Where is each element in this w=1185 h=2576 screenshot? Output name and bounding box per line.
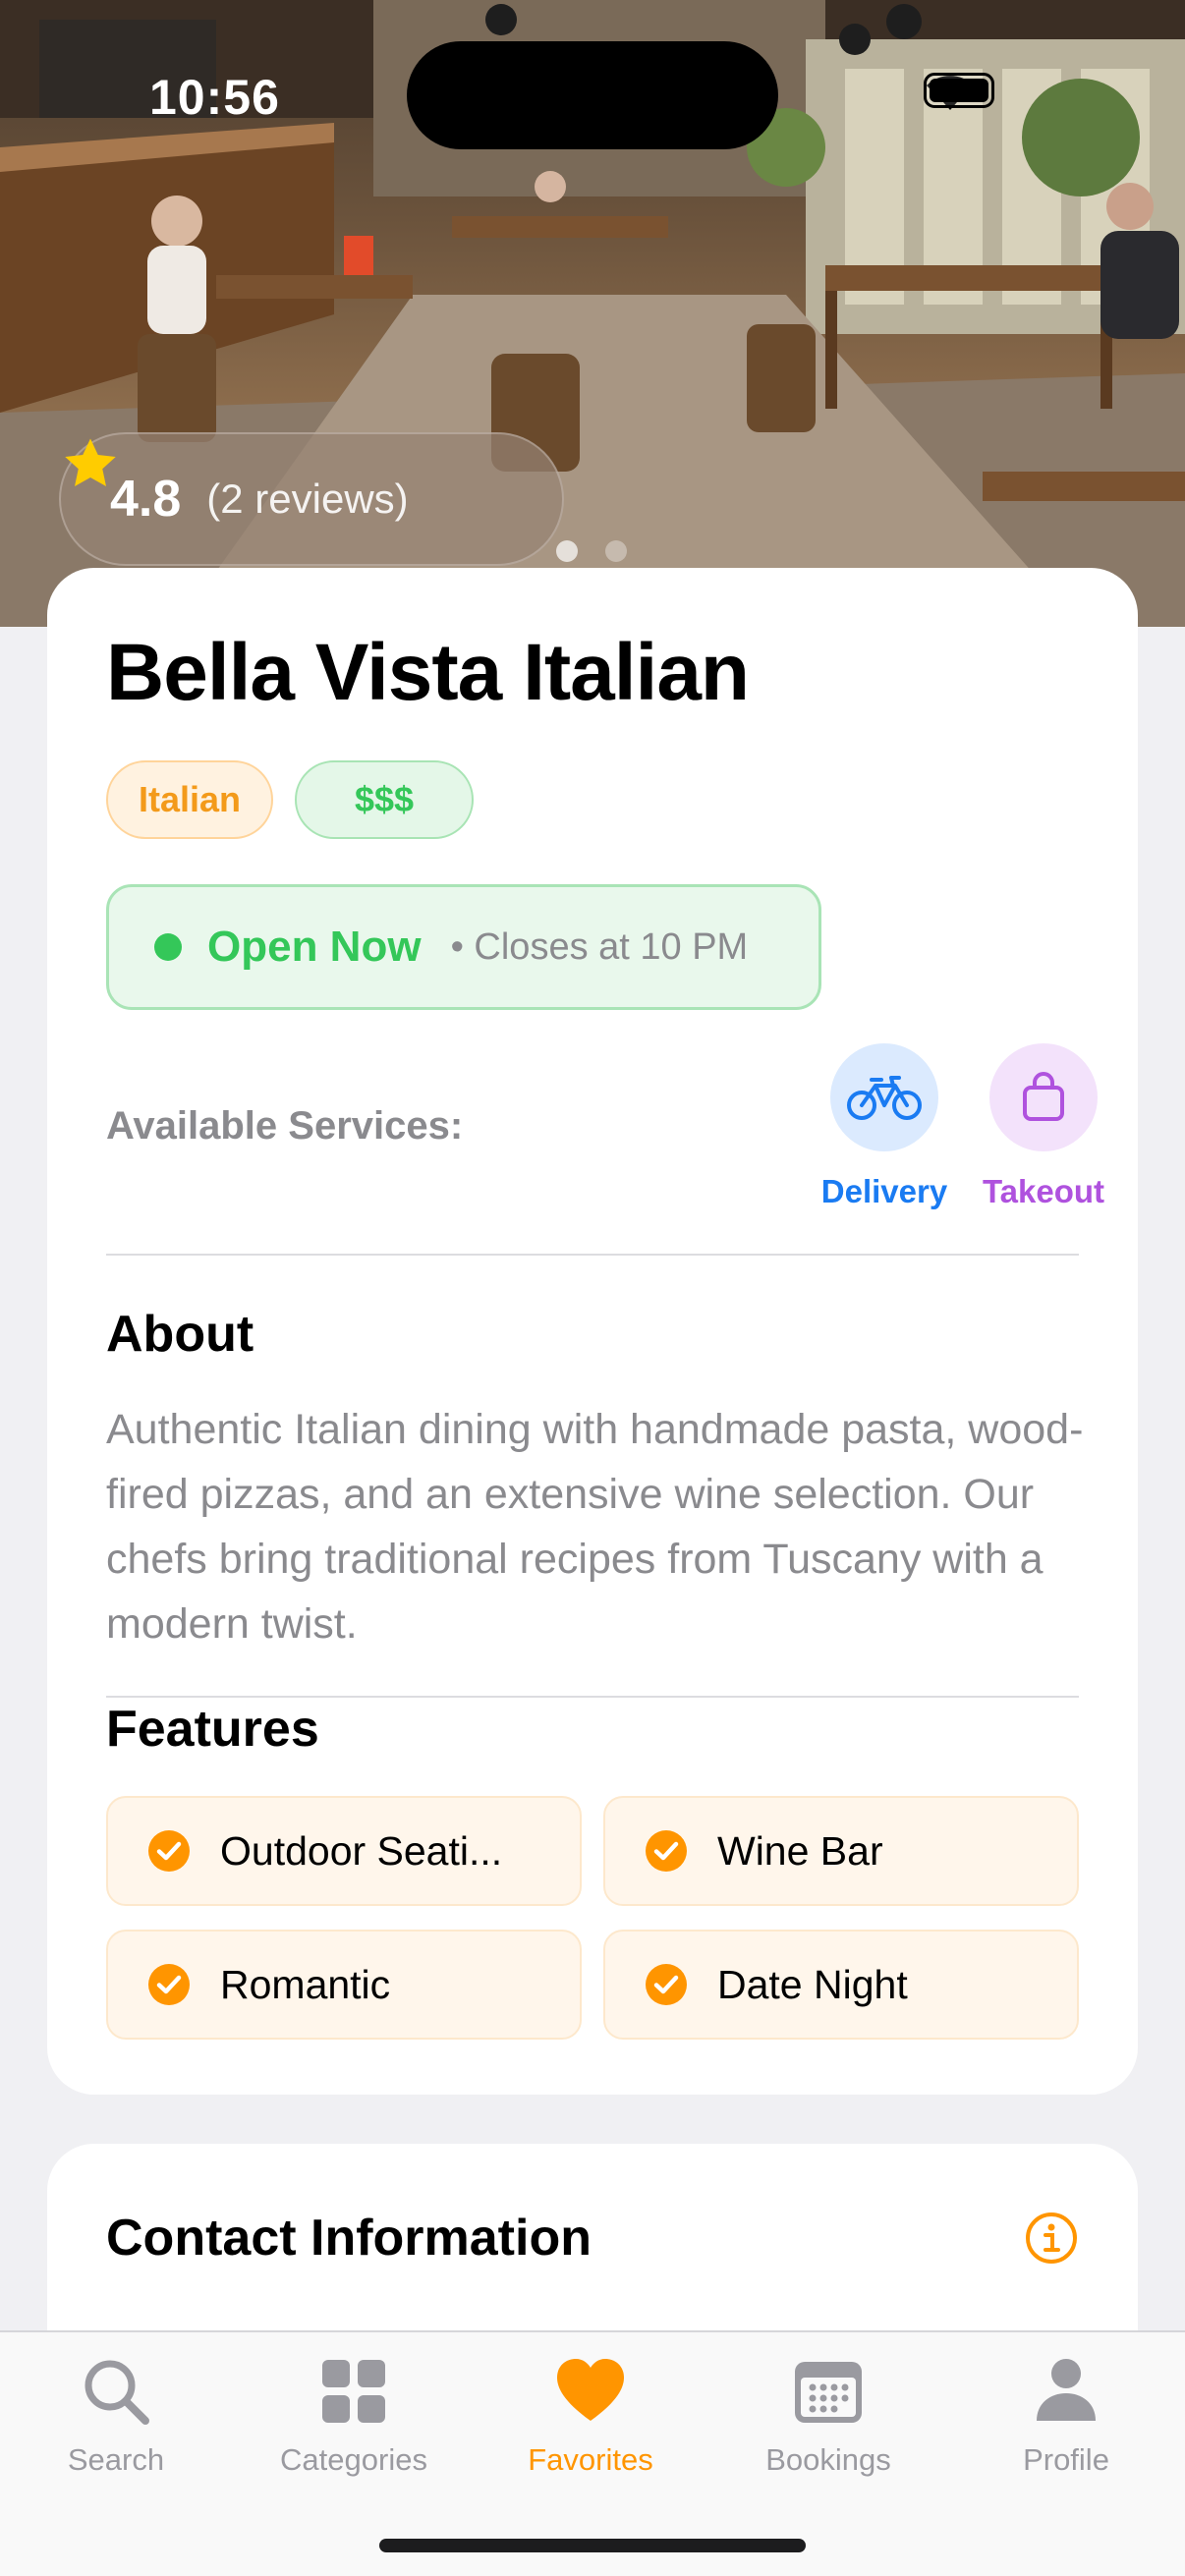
- tab-bookings[interactable]: Bookings: [710, 2354, 946, 2478]
- divider: [106, 1696, 1079, 1698]
- about-description: Authentic Italian dining with handmade p…: [106, 1406, 1084, 1648]
- open-status: Open Now: [207, 923, 422, 971]
- grid-icon: [322, 2360, 385, 2423]
- feature-chip: Wine Bar: [603, 1796, 1079, 1906]
- person-icon: [1037, 2359, 1096, 2421]
- page-dot-1[interactable]: [556, 540, 578, 562]
- rating-badge[interactable]: 4.8 (2 reviews): [59, 432, 564, 566]
- battery-icon: [924, 73, 994, 108]
- price-tag: $$$: [295, 760, 474, 839]
- about-heading: About: [106, 1306, 254, 1363]
- star-icon: [65, 438, 116, 486]
- bicycle-icon: [847, 1076, 922, 1120]
- status-icons: [924, 73, 994, 110]
- checkmark-circle-icon: [646, 1964, 687, 2005]
- services-label: Available Services:: [106, 1104, 464, 1148]
- tab-profile[interactable]: Profile: [948, 2354, 1184, 2478]
- checkmark-circle-icon: [148, 1830, 190, 1872]
- tab-label: Favorites: [528, 2442, 653, 2477]
- restaurant-details-card: Bella Vista Italian Italian $$$ Open Now…: [47, 568, 1138, 2095]
- page-indicator[interactable]: [556, 540, 627, 562]
- feature-label: Date Night: [717, 1961, 908, 2007]
- feature-label: Romantic: [220, 1961, 391, 2007]
- features-heading: Features: [106, 1701, 319, 1758]
- closing-time: • Closes at 10 PM: [450, 925, 749, 968]
- shopping-bag-icon: [1023, 1072, 1064, 1121]
- divider: [106, 1254, 1079, 1256]
- status-time: 10:56: [149, 70, 280, 125]
- calendar-icon: [795, 2362, 862, 2423]
- search-icon: [85, 2360, 149, 2425]
- delivery-label: Delivery: [820, 1173, 948, 1209]
- status-dot-icon: [154, 933, 182, 961]
- feature-label: Outdoor Seati...: [220, 1827, 503, 1874]
- review-count: (2 reviews): [206, 476, 409, 522]
- feature-chip: Romantic: [106, 1930, 582, 2040]
- open-status-banner: Open Now • Closes at 10 PM: [106, 884, 821, 1010]
- feature-chip: Date Night: [603, 1930, 1079, 2040]
- takeout-service-button[interactable]: Takeout: [935, 1043, 1152, 1210]
- feature-chip: Outdoor Seati...: [106, 1796, 582, 1906]
- info-icon[interactable]: [1024, 2211, 1079, 2266]
- restaurant-name: Bella Vista Italian: [106, 628, 750, 717]
- heart-icon: [557, 2359, 624, 2421]
- home-indicator[interactable]: [379, 2539, 806, 2552]
- checkmark-circle-icon: [148, 1964, 190, 2005]
- tab-label: Bookings: [765, 2442, 891, 2477]
- tab-label: Categories: [280, 2442, 427, 2477]
- feature-label: Wine Bar: [717, 1827, 883, 1874]
- hero-image[interactable]: 10:56 4.8 (2 reviews): [0, 0, 1185, 627]
- tab-categories[interactable]: Categories: [236, 2354, 472, 2478]
- cuisine-tag: Italian: [106, 760, 273, 839]
- dynamic-island: [407, 41, 778, 149]
- tab-search[interactable]: Search: [0, 2354, 234, 2478]
- tab-label: Search: [67, 2442, 165, 2477]
- page-dot-2[interactable]: [605, 540, 627, 562]
- tab-label: Profile: [1023, 2442, 1109, 2477]
- rating-value: 4.8: [110, 471, 182, 528]
- tab-favorites[interactable]: Favorites: [473, 2354, 708, 2478]
- takeout-label: Takeout: [982, 1173, 1105, 1209]
- checkmark-circle-icon: [646, 1830, 687, 1872]
- contact-heading: Contact Information: [106, 2210, 592, 2267]
